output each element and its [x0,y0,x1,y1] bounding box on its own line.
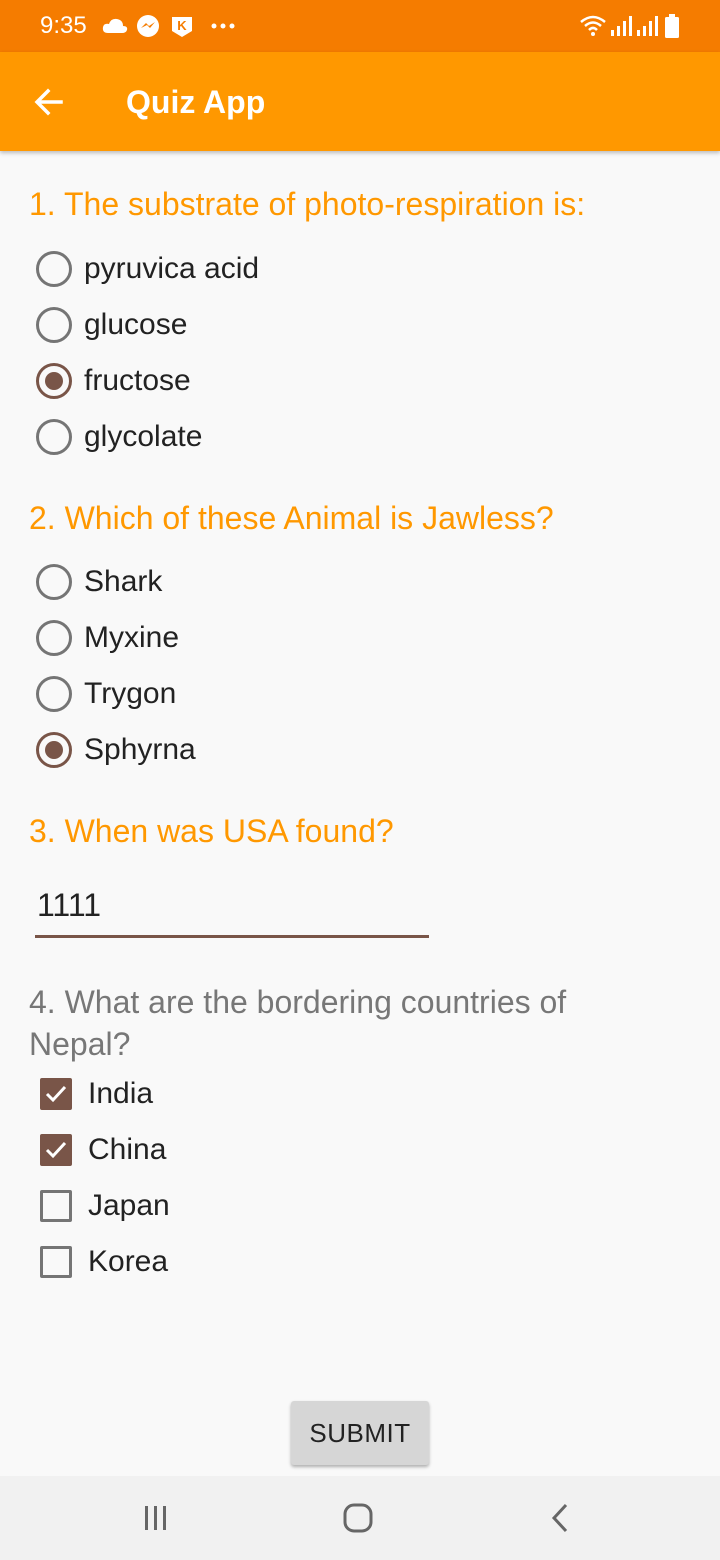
q4-option-korea[interactable]: Korea [36,1240,168,1284]
option-label: India [88,1077,154,1110]
option-label: Korea [88,1245,169,1278]
q2-option-trygon[interactable]: Trygon [36,672,176,716]
q1-option-pyruvica-acid[interactable]: pyruvica acid [36,247,259,291]
q2-option-sphyrna[interactable]: Sphyrna [36,728,196,772]
option-label: fructose [84,364,191,397]
question-4-line-2: Nepal? [29,1026,131,1062]
svg-text:K: K [177,18,187,33]
cloud-icon [102,14,128,38]
checkbox-checked[interactable] [40,1134,72,1166]
radio-button[interactable] [36,307,72,343]
checkbox[interactable] [40,1246,72,1278]
battery-icon [664,14,680,38]
submit-button[interactable]: SUBMIT [291,1401,429,1465]
option-label: glucose [84,308,188,341]
radio-button[interactable] [36,251,72,287]
radio-button[interactable] [36,419,72,455]
home-icon [343,1503,373,1533]
messenger-icon [136,14,160,38]
question-2-text: 2. Which of these Animal is Jawless? [29,500,554,536]
back-button[interactable] [22,76,76,128]
k-app-icon: K [170,14,194,38]
wifi-icon [580,14,606,38]
question-1-text: 1. The substrate of photo-respiration is… [29,186,586,222]
option-label: Sphyrna [84,733,196,766]
checkbox-checked[interactable] [40,1078,72,1110]
navigation-bar [0,1476,720,1560]
app-title: Quiz App [126,84,266,120]
recent-apps-button[interactable] [134,1498,178,1538]
recent-apps-icon [145,1506,166,1530]
arrow-left-icon [34,88,63,116]
radio-button-selected[interactable] [36,363,72,399]
radio-button[interactable] [36,676,72,712]
question-3-text: 3. When was USA found? [29,813,394,849]
more-dots-icon [210,14,236,38]
radio-button[interactable] [36,620,72,656]
status-time: 9:35 [40,12,87,39]
option-label: Trygon [84,677,177,710]
question-4-text: 4. What are the bordering countries of N… [29,981,566,1065]
option-label: Shark [84,565,163,598]
option-label: pyruvica acid [84,252,260,285]
signal-icon [636,14,658,38]
nav-back-button[interactable] [538,1498,582,1538]
home-button[interactable] [336,1498,380,1538]
option-label: Japan [88,1189,170,1222]
q4-option-india[interactable]: India [36,1072,153,1116]
q1-option-glucose[interactable]: glucose [36,303,187,347]
status-bar: 9:35 K [0,0,720,52]
q1-option-fructose[interactable]: fructose [36,359,191,403]
back-icon [551,1503,568,1533]
q2-option-shark[interactable]: Shark [36,560,162,604]
option-label: China [88,1133,167,1166]
checkmark-icon [45,1085,67,1103]
q4-option-china[interactable]: China [36,1128,166,1172]
q2-option-myxine[interactable]: Myxine [36,616,179,660]
app-bar: Quiz App [0,52,720,151]
answer-input[interactable] [35,884,429,938]
q4-option-japan[interactable]: Japan [36,1184,170,1228]
q1-option-glycolate[interactable]: glycolate [36,415,202,459]
radio-button[interactable] [36,564,72,600]
option-label: Myxine [84,621,180,654]
option-label: glycolate [84,420,203,453]
question-4-line-1: 4. What are the bordering countries of [29,984,567,1020]
checkmark-icon [45,1141,67,1159]
checkbox[interactable] [40,1190,72,1222]
radio-button-selected[interactable] [36,732,72,768]
signal-icon [610,14,632,38]
